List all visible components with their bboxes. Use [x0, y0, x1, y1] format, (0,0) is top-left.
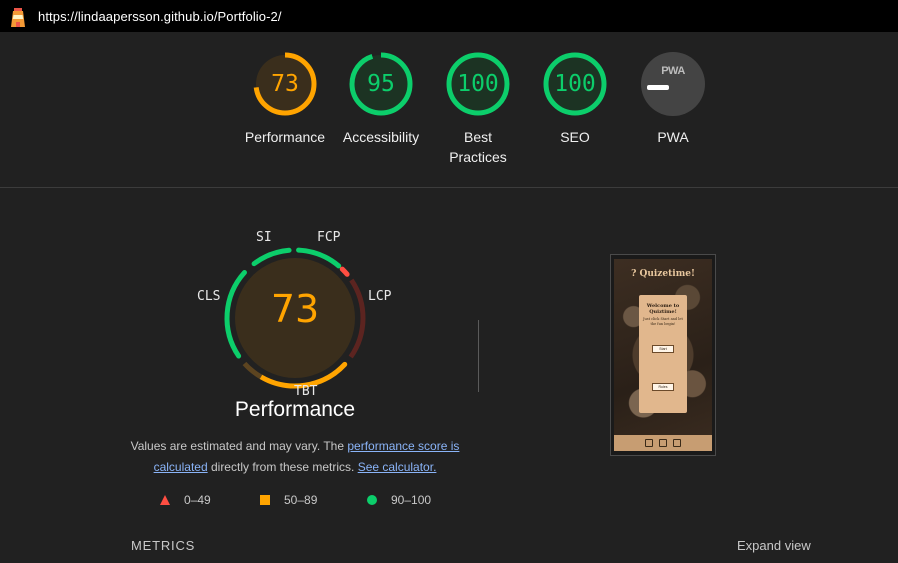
url-bar: https://lindaapersson.github.io/Portfoli… — [0, 0, 898, 32]
fail-triangle-icon — [160, 495, 170, 505]
gauge-best-practices[interactable]: 100 Best Practices — [430, 51, 526, 167]
gauge-score: 95 — [367, 71, 395, 97]
metric-label-fcp[interactable]: FCP — [317, 230, 340, 245]
performance-score: 73 — [270, 287, 320, 331]
thumb-welcome-card: Welcome to Quiztime! Just click Start an… — [639, 295, 687, 413]
gauge-label: Accessibility — [342, 129, 420, 145]
gauge-score: 100 — [554, 71, 596, 97]
thumb-site-title: ? Quizetime! — [631, 269, 695, 279]
gauge-label-line: Best — [463, 129, 492, 145]
thumb-start-button: Start — [652, 345, 674, 353]
gauge-score: 100 — [457, 71, 499, 97]
legend-fail: 0–49 — [160, 493, 211, 507]
instagram-icon — [673, 439, 681, 447]
gauge-pwa[interactable]: PWA PWA — [625, 51, 721, 147]
pwa-badge-icon — [641, 52, 705, 116]
final-screenshot[interactable]: ? Quizetime! Welcome to Quiztime! Just c… — [614, 259, 712, 451]
divider — [478, 320, 479, 392]
gauge-seo[interactable]: 100 SEO — [527, 51, 623, 147]
lighthouse-logo-icon — [11, 8, 25, 27]
page-url[interactable]: https://lindaapersson.github.io/Portfoli… — [38, 9, 282, 24]
thumb-card-text: Just click Start and let the fun begin! — [643, 317, 683, 326]
gauge-label: SEO — [560, 129, 590, 145]
metrics-heading: METRICS — [131, 538, 196, 553]
pass-circle-icon — [367, 495, 377, 505]
description-text: directly from these metrics. — [207, 460, 358, 474]
pwa-badge-text: PWA — [661, 65, 685, 77]
legend-range: 50–89 — [284, 493, 318, 507]
performance-description: Values are estimated and may vary. The p… — [120, 436, 470, 478]
gauge-label: PWA — [657, 129, 689, 145]
legend-average: 50–89 — [260, 493, 317, 507]
legend-range: 90–100 — [391, 493, 432, 507]
description-text: Values are estimated and may vary. The — [130, 439, 348, 453]
gauge-label: Best Practices — [430, 127, 526, 167]
expand-view-button[interactable]: Expand view — [737, 538, 811, 553]
average-square-icon — [260, 495, 270, 505]
metric-label-cls[interactable]: CLS — [197, 289, 220, 304]
metric-label-lcp[interactable]: LCP — [368, 289, 391, 304]
performance-title: Performance — [234, 398, 356, 421]
gauge-score: 73 — [271, 71, 299, 97]
legend-range: 0–49 — [184, 493, 211, 507]
gauge-arc-fcp-fail — [339, 266, 350, 277]
gauge-label: Performance — [244, 129, 326, 145]
metric-label-si[interactable]: SI — [256, 230, 272, 245]
gauge-label-line: Practices — [449, 149, 507, 165]
gauge-accessibility[interactable]: 95 Accessibility — [333, 51, 429, 147]
youtube-icon — [659, 439, 667, 447]
metric-label-tbt[interactable]: TBT — [294, 384, 317, 399]
pwa-dash-icon — [647, 85, 669, 90]
thumb-card-title: Welcome to Quiztime! — [646, 303, 680, 315]
thumb-rules-button: Rules — [652, 383, 674, 391]
gauge-performance[interactable]: 73 Performance — [237, 51, 333, 147]
see-calculator-link[interactable]: See calculator. — [358, 460, 437, 474]
legend-pass: 90–100 — [367, 493, 431, 507]
twitter-icon — [645, 439, 653, 447]
category-gauges: 73 Performance 95 Accessibility 100 Best… — [0, 32, 898, 188]
thumb-footer — [614, 435, 712, 451]
